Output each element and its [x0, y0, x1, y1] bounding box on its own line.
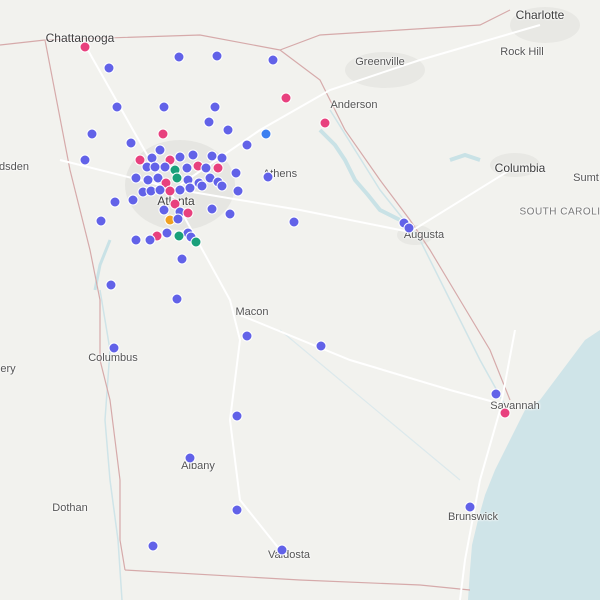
- map-marker[interactable]: [319, 117, 331, 129]
- river-savannah: [329, 109, 506, 406]
- river-chattahoochee: [99, 289, 123, 600]
- city-label-sumter: Sumt: [573, 172, 599, 184]
- map-marker[interactable]: [144, 234, 156, 246]
- map-marker[interactable]: [464, 501, 476, 513]
- city-label-rock-hill: Rock Hill: [500, 46, 544, 58]
- map-marker[interactable]: [154, 144, 166, 156]
- map-marker[interactable]: [288, 216, 300, 228]
- map-marker[interactable]: [276, 544, 288, 556]
- road-i75: [84, 44, 281, 551]
- map-marker[interactable]: [315, 340, 327, 352]
- map-marker[interactable]: [267, 54, 279, 66]
- map-marker[interactable]: [172, 213, 184, 225]
- map-marker[interactable]: [184, 452, 196, 464]
- map-marker[interactable]: [184, 182, 196, 194]
- lake-murray: [449, 152, 481, 162]
- map-marker[interactable]: [176, 253, 188, 265]
- state-border-ga-al: [44, 39, 126, 571]
- city-label-valdosta: Valdosta: [268, 549, 310, 561]
- map-marker[interactable]: [111, 101, 123, 113]
- map-marker[interactable]: [125, 137, 137, 149]
- map-canvas[interactable]: Charlotte Chattanooga Greenville Rock Hi…: [0, 0, 600, 600]
- map-marker[interactable]: [212, 162, 224, 174]
- city-label-columbia: Columbia: [494, 161, 546, 175]
- map-marker[interactable]: [171, 172, 183, 184]
- map-marker[interactable]: [130, 172, 142, 184]
- map-marker[interactable]: [280, 92, 292, 104]
- map-marker[interactable]: [173, 230, 185, 242]
- map-marker[interactable]: [187, 149, 199, 161]
- map-marker[interactable]: [181, 162, 193, 174]
- map-marker[interactable]: [79, 154, 91, 166]
- map-marker[interactable]: [260, 128, 272, 140]
- state-border-ga-fl: [124, 569, 471, 591]
- map-marker[interactable]: [241, 330, 253, 342]
- city-label-macon: Macon: [235, 306, 269, 318]
- map-marker[interactable]: [127, 194, 139, 206]
- map-marker[interactable]: [157, 128, 169, 140]
- map-marker[interactable]: [95, 215, 107, 227]
- map-marker[interactable]: [108, 342, 120, 354]
- map-marker[interactable]: [499, 407, 511, 419]
- map-marker[interactable]: [182, 207, 194, 219]
- map-marker[interactable]: [196, 180, 208, 192]
- map-marker[interactable]: [403, 222, 415, 234]
- map-marker[interactable]: [158, 101, 170, 113]
- map-marker[interactable]: [209, 101, 221, 113]
- city-label-savannah: Savannah: [490, 400, 540, 412]
- map-marker[interactable]: [174, 151, 186, 163]
- state-border-ga-tn: [0, 34, 281, 51]
- city-label-charlotte: Charlotte: [515, 8, 565, 22]
- city-label-columbus: Columbus: [88, 352, 138, 364]
- river-altamaha: [279, 329, 461, 481]
- city-label-dothan: Dothan: [52, 502, 88, 514]
- atlantic-ocean: [468, 330, 600, 600]
- road-i16: [239, 314, 506, 406]
- state-border-ga-sc: [279, 49, 511, 401]
- map-marker[interactable]: [232, 185, 244, 197]
- city-label-anderson: Anderson: [330, 99, 378, 111]
- map-marker[interactable]: [241, 139, 253, 151]
- map-marker[interactable]: [231, 504, 243, 516]
- map-marker[interactable]: [206, 203, 218, 215]
- map-marker[interactable]: [203, 116, 215, 128]
- map-marker[interactable]: [147, 540, 159, 552]
- city-label-brunswick: Brunswick: [447, 511, 499, 523]
- city-label-greenville: Greenville: [355, 56, 405, 68]
- lake-hartwell: [318, 128, 401, 222]
- city-label-montgomery: ery: [0, 363, 16, 375]
- map-marker[interactable]: [79, 41, 91, 53]
- map-marker[interactable]: [490, 388, 502, 400]
- map-marker[interactable]: [216, 180, 228, 192]
- map-marker[interactable]: [161, 227, 173, 239]
- map-marker[interactable]: [171, 293, 183, 305]
- map-marker[interactable]: [224, 208, 236, 220]
- map-marker[interactable]: [130, 234, 142, 246]
- map-marker[interactable]: [103, 62, 115, 74]
- map-marker[interactable]: [262, 171, 274, 183]
- map-marker[interactable]: [190, 236, 202, 248]
- map-marker[interactable]: [105, 279, 117, 291]
- map-marker[interactable]: [86, 128, 98, 140]
- state-label-south-carolina: SOUTH CAROLI: [519, 206, 600, 218]
- city-label-gadsden: dsden: [0, 161, 29, 173]
- basemap: [0, 7, 600, 600]
- map-marker[interactable]: [211, 50, 223, 62]
- map-marker[interactable]: [109, 196, 121, 208]
- map-marker[interactable]: [222, 124, 234, 136]
- map-marker[interactable]: [173, 51, 185, 63]
- map-marker[interactable]: [231, 410, 243, 422]
- map-marker[interactable]: [230, 167, 242, 179]
